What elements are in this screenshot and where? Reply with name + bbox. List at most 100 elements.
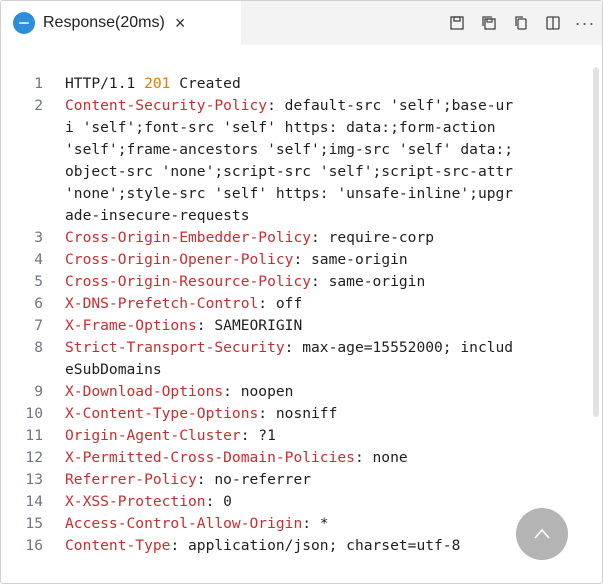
line-number: 12 xyxy=(25,449,43,466)
tab-bar: Response(20ms) × ··· xyxy=(1,1,602,45)
code-line: 'none';style-src 'self' https: 'unsafe-i… xyxy=(1,183,591,205)
line-text: 'none';style-src 'self' https: 'unsafe-i… xyxy=(65,183,591,205)
code-line: 16 Content-Type: application/json; charse… xyxy=(1,535,591,557)
line-number: 13 xyxy=(25,471,43,488)
line-text: X-XSS-Protection: 0 xyxy=(65,491,591,513)
copy-icon[interactable] xyxy=(512,14,530,32)
header-name: Content-Security-Policy xyxy=(65,97,268,114)
code-line: ade-insecure-requests xyxy=(1,205,591,227)
code-line: object-src 'none';script-src 'self';scri… xyxy=(1,161,591,183)
response-panel: Response(20ms) × ··· 1 HTTP/1.1 201 Creat… xyxy=(0,0,603,584)
line-text: Strict-Transport-Security: max-age=15552… xyxy=(65,337,591,359)
code-line: 2 Content-Security-Policy: default-src 's… xyxy=(1,95,591,117)
line-text: Access-Control-Allow-Origin: * xyxy=(65,513,591,535)
header-name: X-XSS-Protection xyxy=(65,493,206,510)
header-value: HTTP/1.1 xyxy=(65,75,145,92)
header-name: Content-Type xyxy=(65,537,171,554)
line-text: Referrer-Policy: no-referrer xyxy=(65,469,591,491)
code-line: 5 Cross-Origin-Resource-Policy: same-orig… xyxy=(1,271,591,293)
line-number: 14 xyxy=(25,493,43,510)
header-name: Referrer-Policy xyxy=(65,471,197,488)
header-value: object-src 'none';script-src 'self';scri… xyxy=(65,163,514,180)
more-actions-icon[interactable]: ··· xyxy=(575,13,595,33)
line-text: X-Download-Options: noopen xyxy=(65,381,591,403)
line-number: 7 xyxy=(34,317,43,334)
line-number: 11 xyxy=(25,427,43,444)
line-number: 15 xyxy=(25,515,43,532)
header-value: : * xyxy=(302,515,329,532)
status-code: 201 xyxy=(144,75,171,92)
code-line: 15 Access-Control-Allow-Origin: * xyxy=(1,513,591,535)
header-value: : max-age=15552000; includ xyxy=(284,339,514,356)
status-text: Created xyxy=(170,75,241,92)
header-value: : 0 xyxy=(205,493,232,510)
line-text: Cross-Origin-Opener-Policy: same-origin xyxy=(65,249,591,271)
header-value: : noopen xyxy=(223,383,294,400)
header-name: Strict-Transport-Security xyxy=(65,339,285,356)
code-line: 13 Referrer-Policy: no-referrer xyxy=(1,469,591,491)
code-line: 10 X-Content-Type-Options: nosniff xyxy=(1,403,591,425)
line-number xyxy=(1,161,65,183)
response-content[interactable]: 1 HTTP/1.1 201 Created 2 Content-Security-P… xyxy=(1,73,591,557)
line-text: Cross-Origin-Resource-Policy: same-origi… xyxy=(65,271,591,293)
code-line: 7 X-Frame-Options: SAMEORIGIN xyxy=(1,315,591,337)
header-value: : default-src 'self';base-ur xyxy=(267,97,514,114)
header-name: X-Download-Options xyxy=(65,383,224,400)
header-name: X-DNS-Prefetch-Control xyxy=(65,295,259,312)
line-number: 16 xyxy=(25,537,43,554)
line-number xyxy=(1,183,65,205)
code-line: 11 Origin-Agent-Cluster: ?1 xyxy=(1,425,591,447)
header-value: : none xyxy=(354,449,408,466)
line-number: 6 xyxy=(34,295,43,312)
line-number: 1 xyxy=(34,75,43,92)
split-editor-icon[interactable] xyxy=(544,14,562,32)
close-icon[interactable]: × xyxy=(175,14,186,32)
code-line: 12 X-Permitted-Cross-Domain-Policies: non… xyxy=(1,447,591,469)
line-text: 'self';frame-ancestors 'self';img-src 's… xyxy=(65,139,591,161)
scroll-to-top-button[interactable] xyxy=(516,508,568,560)
vertical-scrollbar[interactable] xyxy=(593,67,599,417)
line-text: Origin-Agent-Cluster: ?1 xyxy=(65,425,591,447)
header-value: 'none';style-src 'self' https: 'unsafe-i… xyxy=(65,185,514,202)
tab-response[interactable]: Response(20ms) × xyxy=(1,1,241,45)
line-number: 10 xyxy=(25,405,43,422)
save-body-icon[interactable] xyxy=(480,14,498,32)
code-line: i 'self';font-src 'self' https: data:;fo… xyxy=(1,117,591,139)
chevron-up-icon xyxy=(534,528,550,539)
line-number xyxy=(1,117,65,139)
code-line: 'self';frame-ancestors 'self';img-src 's… xyxy=(1,139,591,161)
line-number xyxy=(1,359,65,381)
header-value: : SAMEORIGIN xyxy=(196,317,303,334)
line-number: 5 xyxy=(34,273,43,290)
header-name: Cross-Origin-Resource-Policy xyxy=(65,273,312,290)
editor-actions: ··· xyxy=(448,1,595,45)
header-name: Cross-Origin-Opener-Policy xyxy=(65,251,294,268)
header-value: : off xyxy=(258,295,303,312)
line-text: object-src 'none';script-src 'self';scri… xyxy=(65,161,591,183)
line-number: 9 xyxy=(34,383,43,400)
line-number xyxy=(1,139,65,161)
header-value: i 'self';font-src 'self' https: data:;fo… xyxy=(65,119,496,136)
line-text: Cross-Origin-Embedder-Policy: require-co… xyxy=(65,227,591,249)
header-value: : require-corp xyxy=(311,229,435,246)
line-number xyxy=(1,205,65,227)
line-text: ade-insecure-requests xyxy=(65,205,591,227)
save-icon[interactable] xyxy=(448,14,466,32)
line-text: HTTP/1.1 201 Created xyxy=(65,73,591,95)
header-value: ade-insecure-requests xyxy=(65,207,250,224)
header-name: X-Content-Type-Options xyxy=(65,405,259,422)
header-name: X-Frame-Options xyxy=(65,317,197,334)
line-number: 3 xyxy=(34,229,43,246)
line-text: i 'self';font-src 'self' https: data:;fo… xyxy=(65,117,591,139)
line-text: Content-Type: application/json; charset=… xyxy=(65,535,591,557)
line-text: X-Content-Type-Options: nosniff xyxy=(65,403,591,425)
header-name: Cross-Origin-Embedder-Policy xyxy=(65,229,312,246)
header-value: : same-origin xyxy=(293,251,408,268)
code-line: 6 X-DNS-Prefetch-Control: off xyxy=(1,293,591,315)
code-line: 3 Cross-Origin-Embedder-Policy: require-c… xyxy=(1,227,591,249)
line-text: X-Permitted-Cross-Domain-Policies: none xyxy=(65,447,591,469)
header-value: : ?1 xyxy=(240,427,276,444)
line-text: Content-Security-Policy: default-src 'se… xyxy=(65,95,591,117)
code-line: 8 Strict-Transport-Security: max-age=1555… xyxy=(1,337,591,359)
rest-client-icon xyxy=(13,12,35,34)
